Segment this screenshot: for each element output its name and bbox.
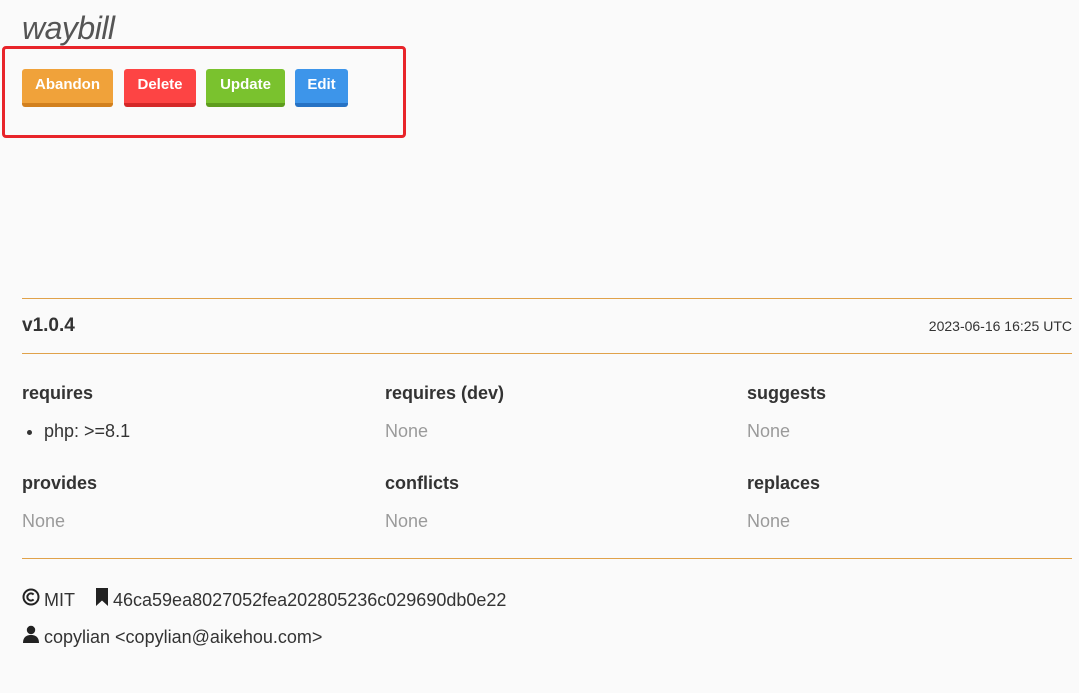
suggests-section: suggests None	[747, 382, 1077, 442]
conflicts-heading: conflicts	[385, 473, 460, 493]
provides-section: provides None	[22, 472, 352, 532]
license-reference-line: MIT 46ca59ea8027052fea202805236c029690db…	[22, 588, 506, 611]
license-text: MIT	[44, 589, 75, 610]
package-title: waybill	[22, 10, 115, 46]
requires-section: requires php: >=8.1	[22, 382, 352, 442]
copyright-icon	[22, 588, 40, 611]
reference: 46ca59ea8027052fea202805236c029690db0e22	[95, 588, 506, 611]
bookmark-icon	[95, 588, 109, 611]
requires-dev-heading: requires (dev)	[385, 383, 505, 403]
requires-dev-section: requires (dev) None	[385, 382, 715, 442]
provides-heading: provides	[22, 473, 98, 493]
suggests-heading: suggests	[747, 383, 827, 403]
suggests-empty: None	[747, 421, 791, 441]
divider-bottom	[22, 558, 1072, 559]
requires-dev-empty: None	[385, 421, 429, 441]
reference-hash: 46ca59ea8027052fea202805236c029690db0e22	[113, 589, 507, 610]
edit-button[interactable]: Edit	[295, 69, 348, 107]
abandon-button[interactable]: Abandon	[22, 69, 113, 107]
provides-empty: None	[22, 511, 66, 531]
release-date: 2023-06-16 16:25 UTC	[928, 318, 1072, 334]
conflicts-empty: None	[385, 511, 429, 531]
conflicts-section: conflicts None	[385, 472, 715, 532]
list-item: php: >=8.1	[44, 420, 352, 442]
requires-list: php: >=8.1	[22, 420, 352, 442]
user-icon	[22, 625, 40, 648]
author-line: copylian <copylian@aikehou.com>	[22, 625, 322, 648]
requires-heading: requires	[22, 383, 94, 403]
replaces-section: replaces None	[747, 472, 1077, 532]
author-text: copylian <copylian@aikehou.com>	[44, 626, 323, 647]
update-button[interactable]: Update	[206, 69, 285, 107]
divider-top	[22, 298, 1072, 299]
delete-button[interactable]: Delete	[124, 69, 196, 107]
divider-version	[22, 353, 1072, 354]
replaces-empty: None	[747, 511, 791, 531]
license: MIT	[22, 588, 75, 611]
replaces-heading: replaces	[747, 473, 821, 493]
version-label: v1.0.4	[22, 315, 75, 336]
